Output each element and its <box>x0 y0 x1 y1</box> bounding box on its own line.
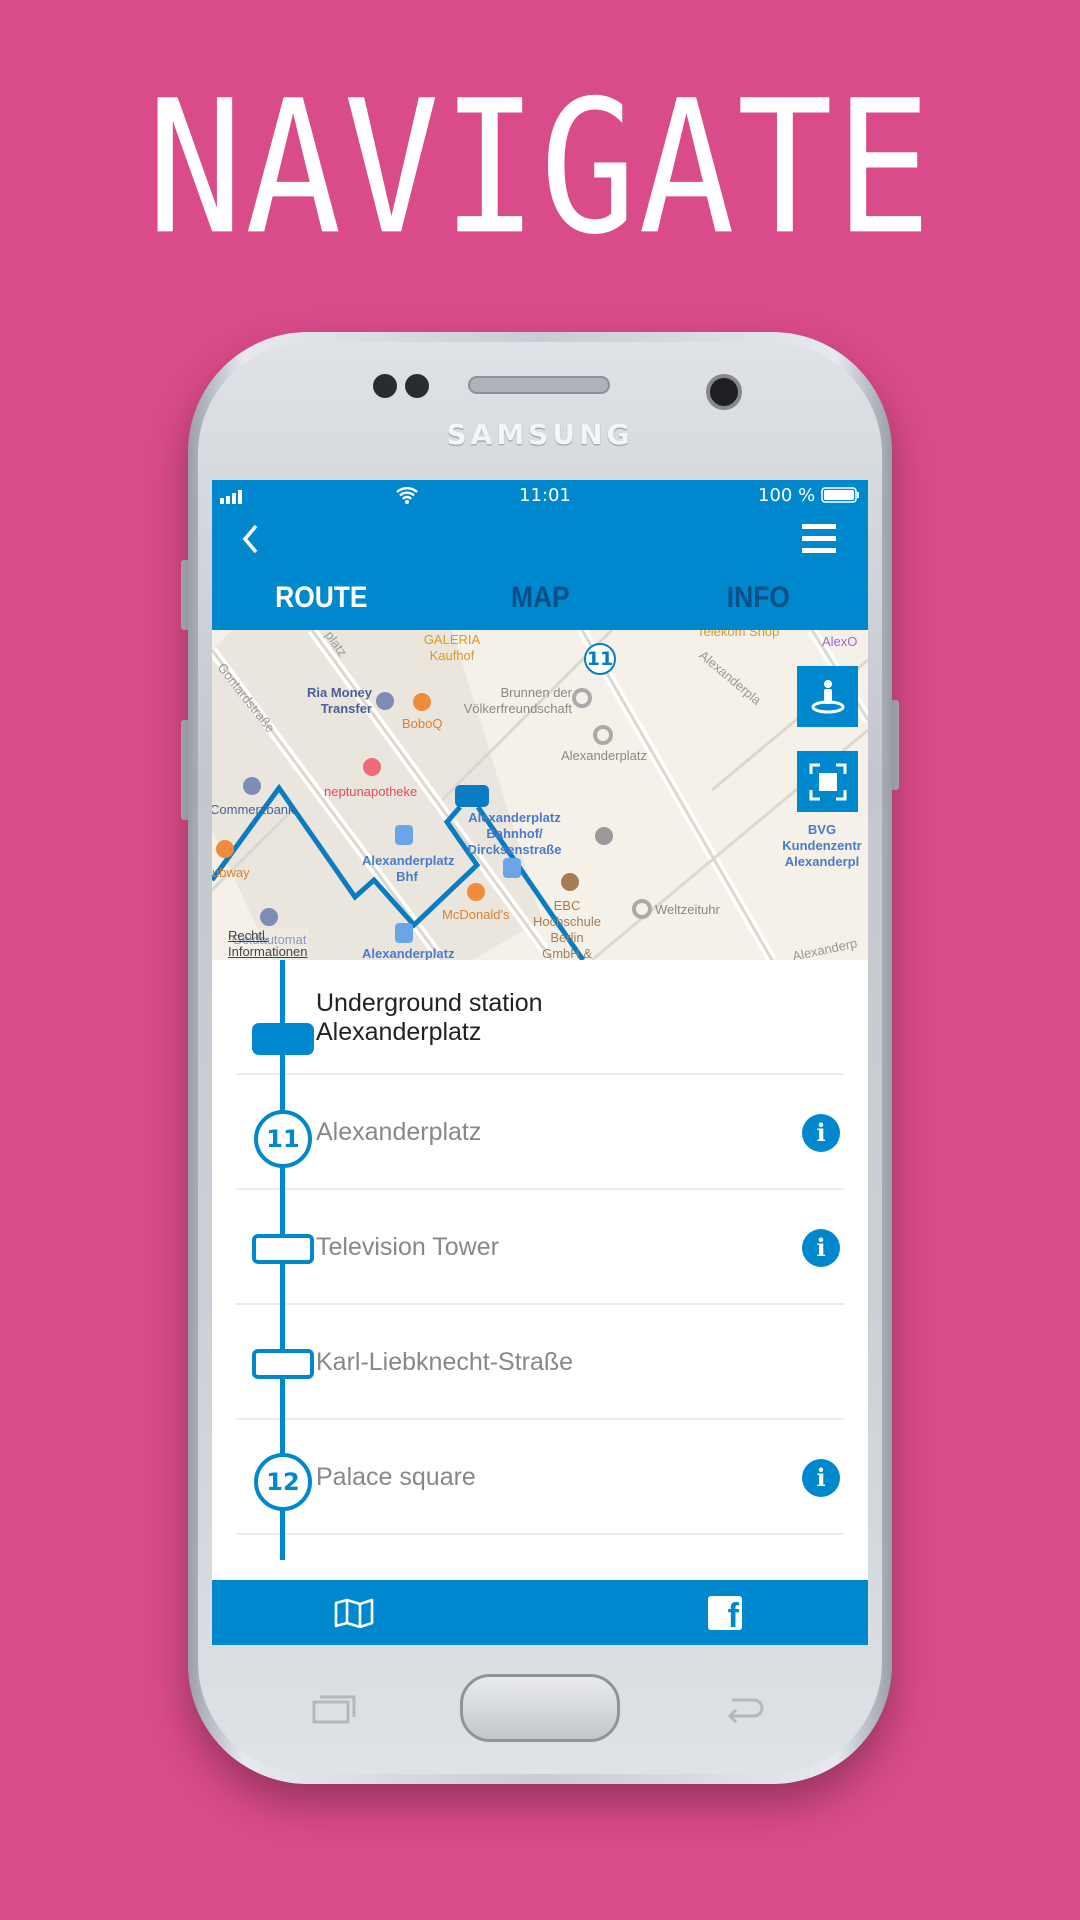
sensor <box>373 374 397 398</box>
earpiece-speaker <box>468 376 610 394</box>
map-label: Bahnhof/ <box>486 826 543 841</box>
food-pin <box>413 693 431 711</box>
poi-pin <box>572 688 592 708</box>
status-bar: 11:01 100 % <box>212 480 868 510</box>
map-label: Commerzbank <box>212 802 295 817</box>
pharmacy-pin <box>363 758 381 776</box>
list-item[interactable]: Palace square i <box>236 1420 844 1535</box>
map-label: Völkerfreundschaft <box>463 701 572 716</box>
headline: NAVIGATE <box>146 60 934 276</box>
fullscreen-button[interactable] <box>797 751 858 812</box>
map-label: Transfer <box>320 701 372 716</box>
person-location-icon <box>811 679 844 713</box>
train-pin <box>503 858 521 878</box>
map-label: Kundenzentr <box>782 838 862 853</box>
tab-route[interactable]: ROUTE <box>225 570 417 630</box>
stop-name: Karl-Liebknecht-Straße <box>316 1348 574 1376</box>
map-label: Brunnen der <box>500 685 572 700</box>
locate-me-button[interactable] <box>797 666 858 727</box>
clock: 11:01 <box>519 485 571 506</box>
back-button[interactable] <box>240 522 260 560</box>
train-pin <box>395 923 413 943</box>
route-stop-list: Underground station Alexanderplatz Alexan… <box>212 960 868 1560</box>
map-label: EBC <box>553 898 581 913</box>
map-label: Alexanderplatz <box>362 853 455 868</box>
route-map[interactable]: 11 GALERIA Kaufhof Telekom Shop AlexO Ria… <box>212 630 868 960</box>
hamburger-menu-button[interactable] <box>802 524 836 558</box>
signal-icon <box>220 488 246 509</box>
subway-station-marker <box>455 785 489 807</box>
map-label: Telekom Shop <box>697 630 780 639</box>
poi-pin <box>595 827 613 845</box>
map-label: BoboQ <box>402 716 443 731</box>
fullscreen-icon <box>809 763 846 800</box>
stop-name: Underground station <box>316 988 543 1017</box>
stop-marker <box>252 1349 314 1379</box>
map-label: GALERIA <box>423 632 481 647</box>
list-item[interactable]: Karl-Liebknecht-Straße <box>236 1305 844 1420</box>
map-label: Hochschule <box>533 914 601 929</box>
facebook-icon: f <box>727 1597 739 1630</box>
map-stop-badge[interactable]: 11 <box>584 643 616 675</box>
tab-bar: ROUTE MAP INFO <box>212 570 868 630</box>
device-brand: SAMSUNG <box>446 418 634 451</box>
battery-text: 100 % <box>758 485 816 506</box>
map-label: Alexanderplatz <box>561 748 647 763</box>
sensor <box>405 374 429 398</box>
tab-map[interactable]: MAP <box>444 570 636 630</box>
atm-pin <box>260 908 278 926</box>
list-item[interactable]: Television Tower i <box>236 1190 844 1305</box>
info-icon[interactable]: i <box>802 1229 840 1267</box>
app-screen: 11:01 100 % ROUTE MAP INFO 11 GALERIA Ka… <box>212 480 868 1645</box>
poi-pin <box>632 899 652 919</box>
front-camera <box>706 374 742 410</box>
stop-number-badge: 12 <box>254 1453 312 1511</box>
stop-name: Alexanderplatz <box>316 1017 482 1046</box>
map-label: AlexO <box>822 634 858 649</box>
back-key[interactable] <box>722 1694 766 1732</box>
power-button <box>891 700 899 790</box>
food-pin <box>216 840 234 858</box>
facebook-button[interactable]: f <box>708 1596 742 1630</box>
stop-name: Alexanderplatz <box>316 1118 482 1146</box>
food-pin <box>467 883 485 901</box>
app-header <box>212 510 868 570</box>
tab-info[interactable]: INFO <box>662 570 854 630</box>
map-label: Alexanderpl <box>784 854 860 869</box>
map-label: Weltzeituhr <box>655 902 720 917</box>
poi-pin <box>593 725 613 745</box>
map-label: Alexanderplatz <box>468 810 561 825</box>
map-label: BVG <box>807 822 837 837</box>
wifi-icon <box>395 486 419 509</box>
map-label: Berlin <box>550 930 584 945</box>
map-label: Bhf <box>396 869 418 884</box>
map-label: ubway <box>212 865 250 880</box>
stop-name: Television Tower <box>316 1233 499 1261</box>
map-label: McDonald's <box>442 907 510 922</box>
recent-apps-key[interactable] <box>312 1694 356 1732</box>
map-label: Ria Money <box>306 685 372 700</box>
map-icon <box>334 1598 374 1629</box>
bank-pin <box>243 777 261 795</box>
bank-pin <box>376 692 394 710</box>
train-pin <box>395 825 413 845</box>
school-pin <box>561 873 579 891</box>
stop-number-badge: 11 <box>254 1110 312 1168</box>
map-label: Kaufhof <box>429 648 475 663</box>
map-button[interactable] <box>334 1598 374 1632</box>
info-icon[interactable]: i <box>802 1459 840 1497</box>
stop-marker <box>252 1234 314 1264</box>
info-icon[interactable]: i <box>802 1114 840 1152</box>
home-button[interactable] <box>460 1674 620 1742</box>
bottom-bar: f <box>212 1580 868 1645</box>
list-item[interactable]: Underground station Alexanderplatz <box>236 948 844 1075</box>
stop-name: Palace square <box>316 1463 476 1491</box>
map-label: Dircksenstraße <box>467 842 562 857</box>
battery-icon <box>821 487 861 508</box>
map-label: neptunapotheke <box>324 784 418 799</box>
list-item[interactable]: Alexanderplatz i <box>236 1075 844 1190</box>
subway-marker <box>252 1023 314 1055</box>
